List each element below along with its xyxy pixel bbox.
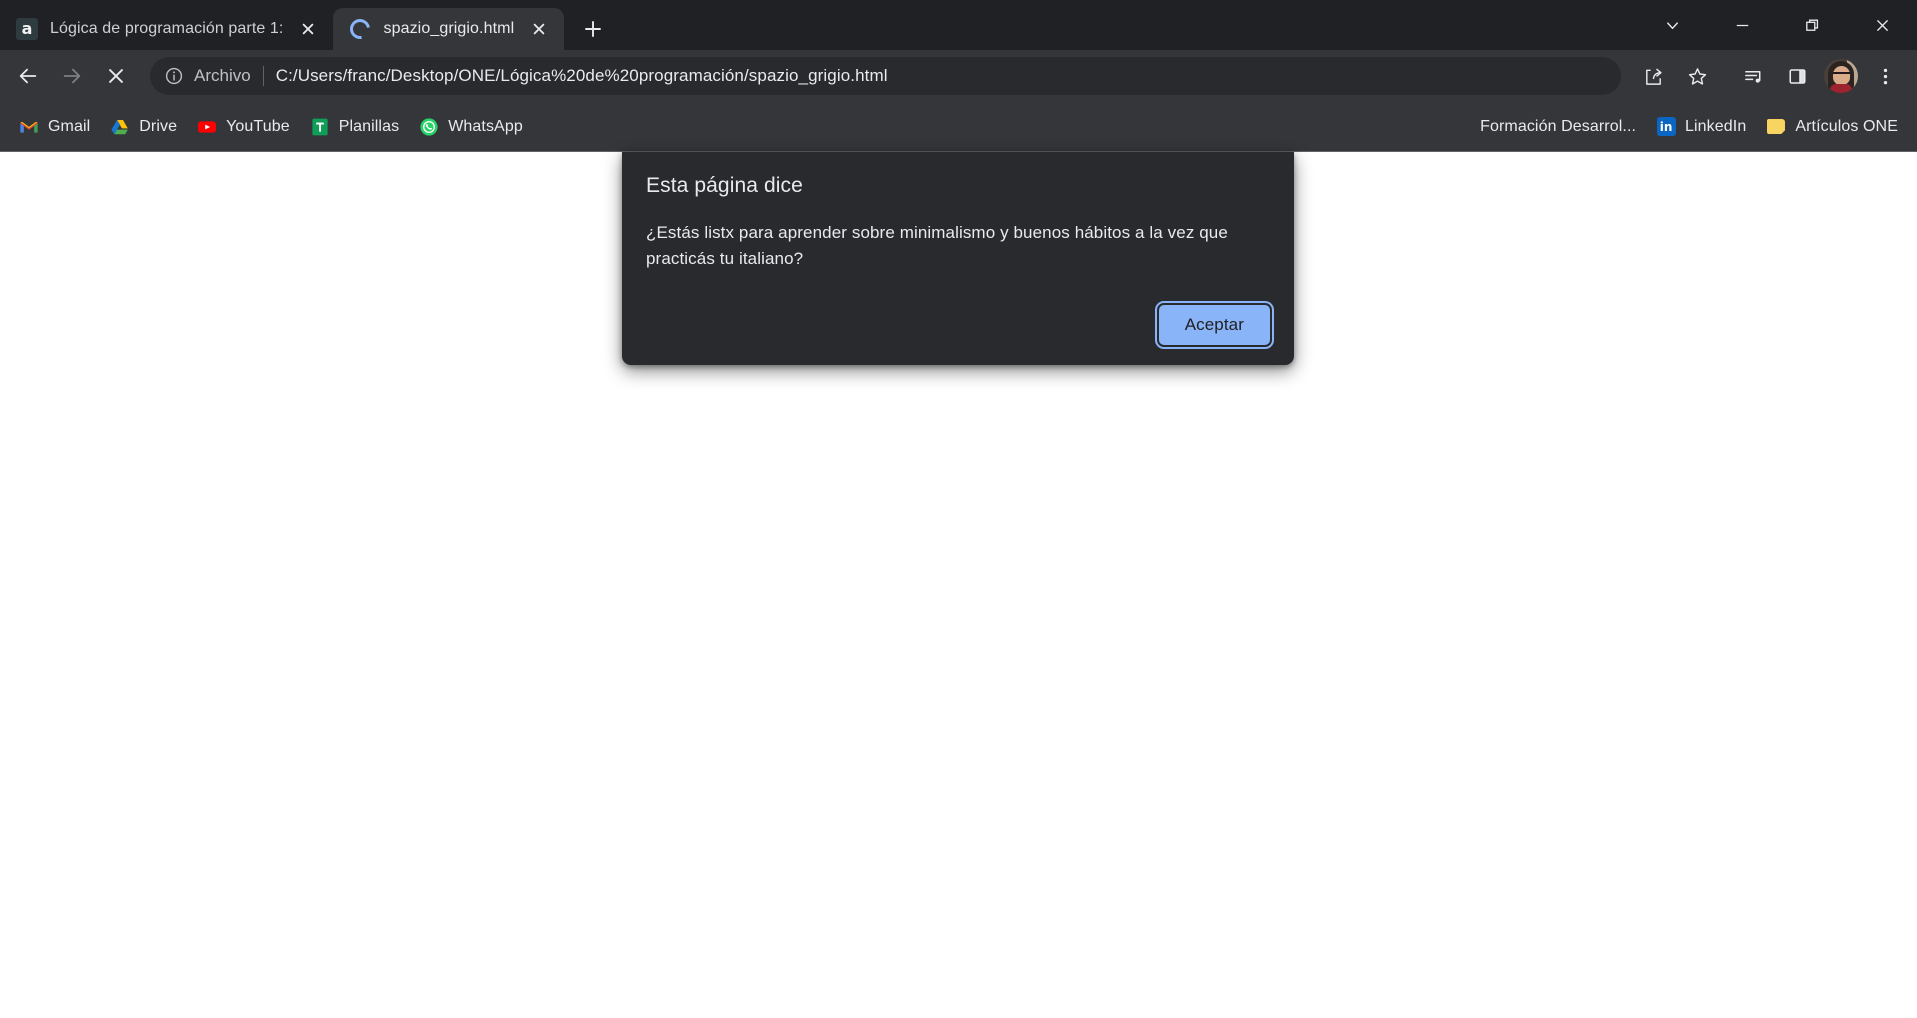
linkedin-icon: in — [1656, 117, 1676, 137]
dialog-title: Esta página dice — [646, 174, 803, 197]
avatar[interactable] — [1824, 59, 1858, 93]
side-panel-icon[interactable] — [1777, 56, 1817, 96]
alura-a-favicon: a — [16, 18, 38, 40]
accept-button[interactable]: Aceptar — [1154, 301, 1275, 349]
youtube-icon — [197, 117, 217, 137]
url-scheme-label: Archivo — [194, 66, 251, 85]
gmail-icon — [19, 117, 39, 137]
forward-button[interactable] — [52, 56, 92, 96]
bookmark-star-icon[interactable] — [1677, 56, 1717, 96]
minimize-button[interactable] — [1707, 0, 1777, 50]
favicon-letter: a — [16, 18, 38, 40]
dialog-message: ¿Estás listx para aprender sobre minimal… — [646, 223, 1228, 268]
bookmark-planillas[interactable]: Planillas — [301, 111, 409, 143]
whatsapp-icon — [419, 117, 439, 137]
new-tab-button[interactable] — [576, 12, 610, 46]
media-controls-icon[interactable] — [1733, 56, 1773, 96]
bookmark-youtube[interactable]: YouTube — [188, 111, 299, 143]
window-controls — [1637, 0, 1917, 50]
bookmark-label: Formación Desarrol... — [1480, 117, 1637, 135]
omnibox-divider — [262, 66, 264, 86]
bookmark-label: LinkedIn — [1685, 117, 1747, 135]
bookmark-label: Planillas — [338, 117, 400, 135]
close-tab-button[interactable] — [526, 16, 552, 42]
close-tab-button[interactable] — [295, 16, 321, 42]
bookmarks-bar: Gmail Drive YouTube Planillas WhatsApp F… — [0, 102, 1917, 152]
bookmark-linkedin[interactable]: in LinkedIn — [1647, 111, 1755, 143]
back-button[interactable] — [8, 56, 48, 96]
browser-toolbar: Archivo C:/Users/franc/Desktop/ONE/Lógic… — [0, 50, 1917, 102]
page-content-area: Esta página dice ¿Estás listx para apren… — [0, 152, 1917, 1018]
maximize-restore-button[interactable] — [1777, 0, 1847, 50]
bookmark-label: WhatsApp — [448, 117, 523, 135]
bookmark-whatsapp[interactable]: WhatsApp — [410, 111, 532, 143]
tab-title: spazio_grigio.html — [383, 20, 515, 37]
google-sheets-icon — [310, 117, 330, 137]
share-icon[interactable] — [1633, 56, 1673, 96]
tab-search-button[interactable] — [1637, 0, 1707, 50]
chrome-menu-icon[interactable] — [1865, 56, 1905, 96]
browser-window: a Lógica de programación parte 1: spazio… — [0, 0, 1917, 1018]
bookmark-articulos-one[interactable]: Artículos ONE — [1757, 111, 1907, 143]
tab-logica-de-programacion[interactable]: a Lógica de programación parte 1: — [0, 8, 333, 50]
bookmark-label: Drive — [139, 117, 178, 135]
tab-title: Lógica de programación parte 1: — [50, 20, 284, 37]
javascript-alert-dialog: Esta página dice ¿Estás listx para apren… — [622, 152, 1294, 365]
tab-spazio-grigio[interactable]: spazio_grigio.html — [333, 8, 565, 50]
bookmark-label: YouTube — [226, 117, 290, 135]
bookmark-label: Gmail — [48, 117, 91, 135]
close-window-button[interactable] — [1847, 0, 1917, 50]
url-text[interactable]: C:/Users/franc/Desktop/ONE/Lógica%20de%2… — [276, 66, 888, 86]
google-drive-icon — [110, 117, 130, 137]
bookmark-formacion-desarrollo[interactable]: Formación Desarrol... — [1471, 112, 1645, 142]
loading-spinner-icon — [346, 15, 375, 43]
address-bar[interactable]: Archivo C:/Users/franc/Desktop/ONE/Lógic… — [150, 57, 1621, 95]
info-circle-icon[interactable] — [164, 66, 184, 86]
stop-loading-button[interactable] — [96, 56, 136, 96]
bookmark-label: Artículos ONE — [1795, 117, 1898, 135]
folder-icon — [1766, 117, 1786, 137]
bookmark-drive[interactable]: Drive — [101, 111, 186, 143]
bookmark-gmail[interactable]: Gmail — [10, 111, 99, 143]
dialog-actions: Aceptar — [646, 301, 1275, 349]
tab-strip: a Lógica de programación parte 1: spazio… — [0, 0, 1917, 50]
